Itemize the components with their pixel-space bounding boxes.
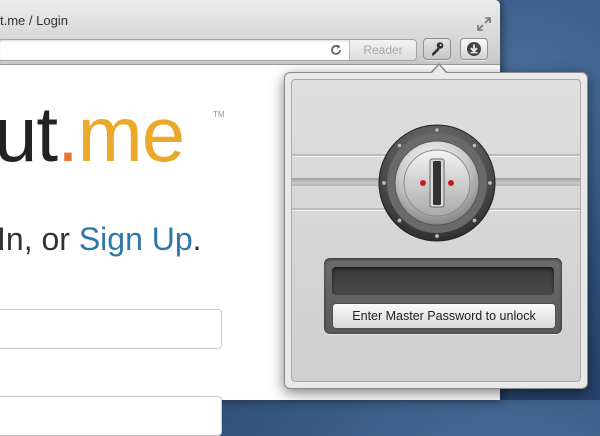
logo-text-orange: me [77, 90, 185, 178]
logo-dot: . [57, 90, 79, 178]
fullscreen-icon[interactable] [477, 17, 491, 31]
login-username-field[interactable] [0, 309, 222, 349]
key-icon [432, 42, 444, 56]
master-password-input[interactable] [332, 267, 554, 295]
signin-prompt: In, or Sign Up. [0, 221, 202, 258]
unlock-button[interactable]: Enter Master Password to unlock [332, 303, 556, 329]
toolbar: Reader [0, 36, 500, 65]
signin-prefix: In, or [0, 221, 79, 257]
unlock-area: Enter Master Password to unlock [324, 258, 562, 334]
password-manager-button[interactable] [423, 38, 451, 60]
signin-suffix: . [192, 221, 202, 257]
site-logo[interactable]: ut.me [0, 95, 185, 173]
popover-arrow-fill [431, 65, 447, 74]
downloads-button[interactable] [460, 38, 488, 60]
login-password-field[interactable] [0, 396, 222, 436]
reload-icon[interactable] [329, 43, 343, 57]
vault-panel: Enter Master Password to unlock [291, 79, 581, 382]
vault-lock-icon [378, 124, 496, 242]
download-icon [467, 42, 481, 56]
trademark-mark: TM [213, 110, 225, 119]
logo-text-dark: ut [0, 90, 58, 178]
window-title: t.me / Login [0, 13, 68, 28]
title-bar: t.me / Login [0, 0, 500, 36]
address-bar[interactable]: Reader [0, 39, 417, 61]
signup-link[interactable]: Sign Up [79, 221, 193, 257]
password-manager-popover: Enter Master Password to unlock [284, 72, 588, 389]
reader-button[interactable]: Reader [349, 40, 416, 60]
